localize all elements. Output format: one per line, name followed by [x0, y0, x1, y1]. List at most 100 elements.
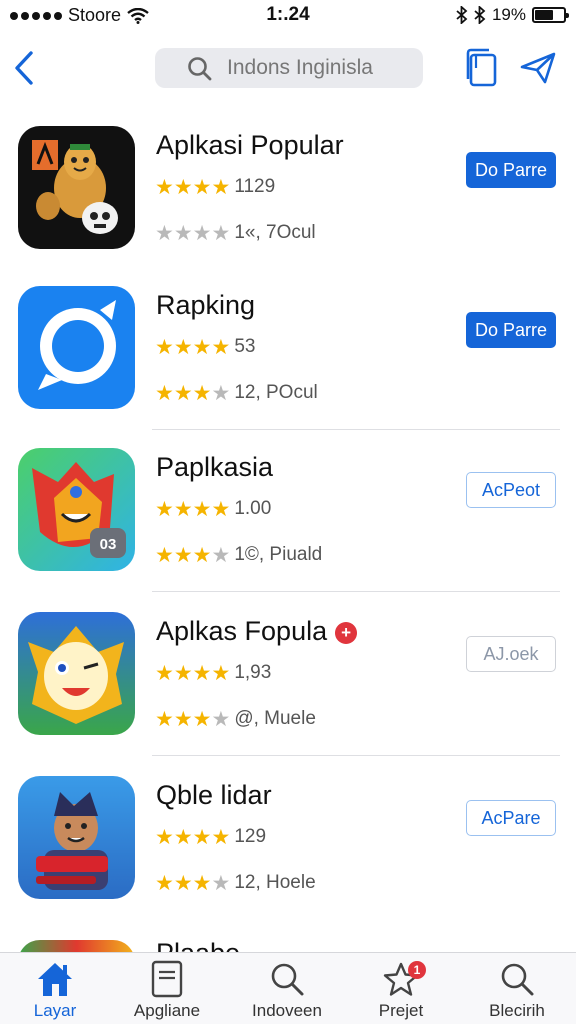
app-name-text: Aplkas Fopula: [156, 616, 328, 646]
star-icon: ★: [155, 825, 174, 849]
star-icon: ★: [192, 335, 212, 359]
tab-label: Apgliane: [133, 1001, 201, 1020]
fox-character-app-icon: 03: [32, 462, 126, 558]
home-icon: [38, 963, 72, 996]
tab-bar: Layar Apgliane Indoveen 1 Prejet Bleciri…: [0, 952, 576, 1024]
star-icon: ★: [155, 221, 174, 245]
send-button[interactable]: [518, 46, 558, 90]
star-icon: ★: [173, 543, 193, 567]
subrating-row: ★ ★ ★ ★ 12, Hoele: [155, 872, 316, 894]
rating-count: 53: [234, 336, 256, 357]
app-name: Aplkasi Popular: [156, 130, 344, 160]
tab-prejet[interactable]: 1 Prejet: [346, 959, 456, 1023]
app-icon[interactable]: [18, 126, 135, 249]
chevron-left-icon: [15, 51, 33, 85]
app-icon[interactable]: [18, 612, 135, 735]
status-bar: Stoore 1:.24 19%: [0, 0, 576, 30]
get-button[interactable]: AcPeot: [466, 472, 556, 508]
star-icon: ★: [155, 175, 174, 199]
star-icon: ★: [211, 825, 231, 849]
bluetooth-icon: [456, 6, 468, 24]
rating-row: ★ ★ ★ ★ 129: [155, 826, 266, 848]
notification-badge: 1: [408, 961, 426, 979]
star-icon: ★: [173, 335, 193, 359]
star-icon: ★: [211, 175, 231, 199]
star-icon: ★: [211, 871, 231, 895]
get-button[interactable]: Do Parre: [466, 152, 556, 188]
app-row[interactable]: Rapking ★ ★ ★ ★ 53 ★ ★ ★ ★ 12, POcul Do …: [0, 270, 576, 430]
search-icon: [501, 963, 534, 996]
svg-text:03: 03: [100, 536, 117, 553]
rating-count: 1.00: [234, 498, 272, 519]
chat-bubble-app-icon: [38, 300, 116, 390]
app-name: Rapking: [156, 290, 256, 320]
rating-count: 129: [234, 826, 267, 847]
star-icon: ★: [155, 543, 174, 567]
back-button[interactable]: [8, 48, 40, 88]
star-icon: ★: [211, 381, 231, 405]
star-icon: ★: [192, 707, 212, 731]
subrating-label: 1«, 7Ocul: [234, 222, 316, 243]
app-name: Aplkas Fopula +: [156, 616, 358, 647]
get-button[interactable]: AJ.oek: [466, 636, 556, 672]
star-icon: ★: [155, 661, 174, 685]
bookmark-button[interactable]: [462, 46, 502, 90]
search-placeholder: Indons Inginisla: [227, 56, 373, 79]
subrating-label: @, Muele: [234, 708, 316, 729]
battery-percent: 19%: [491, 5, 526, 24]
star-icon: ★: [211, 707, 231, 731]
search-icon: [271, 963, 304, 996]
tab-apgliane[interactable]: Apgliane: [112, 959, 222, 1023]
get-button[interactable]: AcPare: [466, 800, 556, 836]
subrating-label: 1©, Piuald: [234, 544, 323, 565]
star-icon: ★: [173, 381, 193, 405]
star-icon: ★: [211, 661, 231, 685]
rating-row: ★ ★ ★ ★ 1129: [155, 176, 275, 198]
star-icon: ★: [192, 497, 212, 521]
app-row[interactable]: 03 Paplkasia ★ ★ ★ ★ 1.00 ★ ★ ★ ★ 1©, Pi…: [0, 432, 576, 592]
app-icon[interactable]: [18, 776, 135, 899]
subrating-row: ★ ★ ★ ★ 1©, Piuald: [155, 544, 322, 566]
star-icon: ★: [192, 661, 212, 685]
battery-icon: [532, 7, 569, 23]
tab-label: Indoveen: [252, 1001, 322, 1020]
star-icon: ★: [192, 543, 212, 567]
search-field[interactable]: Indons Inginisla: [155, 48, 423, 88]
rating-row: ★ ★ ★ ★ 1,93: [155, 662, 271, 684]
tab-blecirih[interactable]: Blecirih: [462, 959, 572, 1023]
search-icon: [188, 57, 212, 81]
app-row[interactable]: Aplkasi Popular ★ ★ ★ ★ 1129 ★ ★ ★ ★ 1«,…: [0, 110, 576, 270]
app-icon[interactable]: [18, 286, 135, 409]
star-icon: ★: [155, 335, 174, 359]
tab-label: Layar: [33, 1001, 77, 1020]
star-icon: ★: [192, 381, 212, 405]
tab-label: Blecirih: [489, 1001, 545, 1020]
star-icon: ★: [173, 175, 193, 199]
mascot-app-icon: [32, 140, 118, 234]
send-icon: [520, 52, 556, 84]
copy-icon: [466, 48, 497, 87]
star-icon: ★: [192, 871, 212, 895]
smiley-character-app-icon: [28, 626, 124, 724]
rating-count: 1129: [234, 176, 276, 197]
star-icon: ★: [155, 707, 174, 731]
star-icon: ★: [192, 175, 212, 199]
warrior-character-app-icon: [36, 792, 108, 890]
app-row[interactable]: Qble lidar ★ ★ ★ ★ 129 ★ ★ ★ ★ 12, Hoele…: [0, 760, 576, 920]
rating-count: 1,93: [234, 662, 272, 683]
get-button[interactable]: Do Parre: [466, 312, 556, 348]
app-icon[interactable]: 03: [18, 448, 135, 571]
tab-indoveen[interactable]: Indoveen: [232, 959, 342, 1023]
nav-bar: Indons Inginisla: [0, 40, 576, 98]
document-icon: [151, 960, 183, 998]
star-icon: ★: [211, 335, 231, 359]
star-icon: ★: [155, 381, 174, 405]
app-name: Qble lidar: [156, 780, 272, 810]
app-row[interactable]: Aplkas Fopula + ★ ★ ★ ★ 1,93 ★ ★ ★ ★ @, M…: [0, 596, 576, 756]
star-icon: ★: [173, 825, 193, 849]
tab-layar[interactable]: Layar: [0, 959, 110, 1023]
status-right: 19%: [456, 5, 569, 25]
star-icon: ★: [173, 707, 193, 731]
plus-badge-icon: +: [335, 621, 358, 644]
subrating-row: ★ ★ ★ ★ @, Muele: [155, 708, 316, 730]
